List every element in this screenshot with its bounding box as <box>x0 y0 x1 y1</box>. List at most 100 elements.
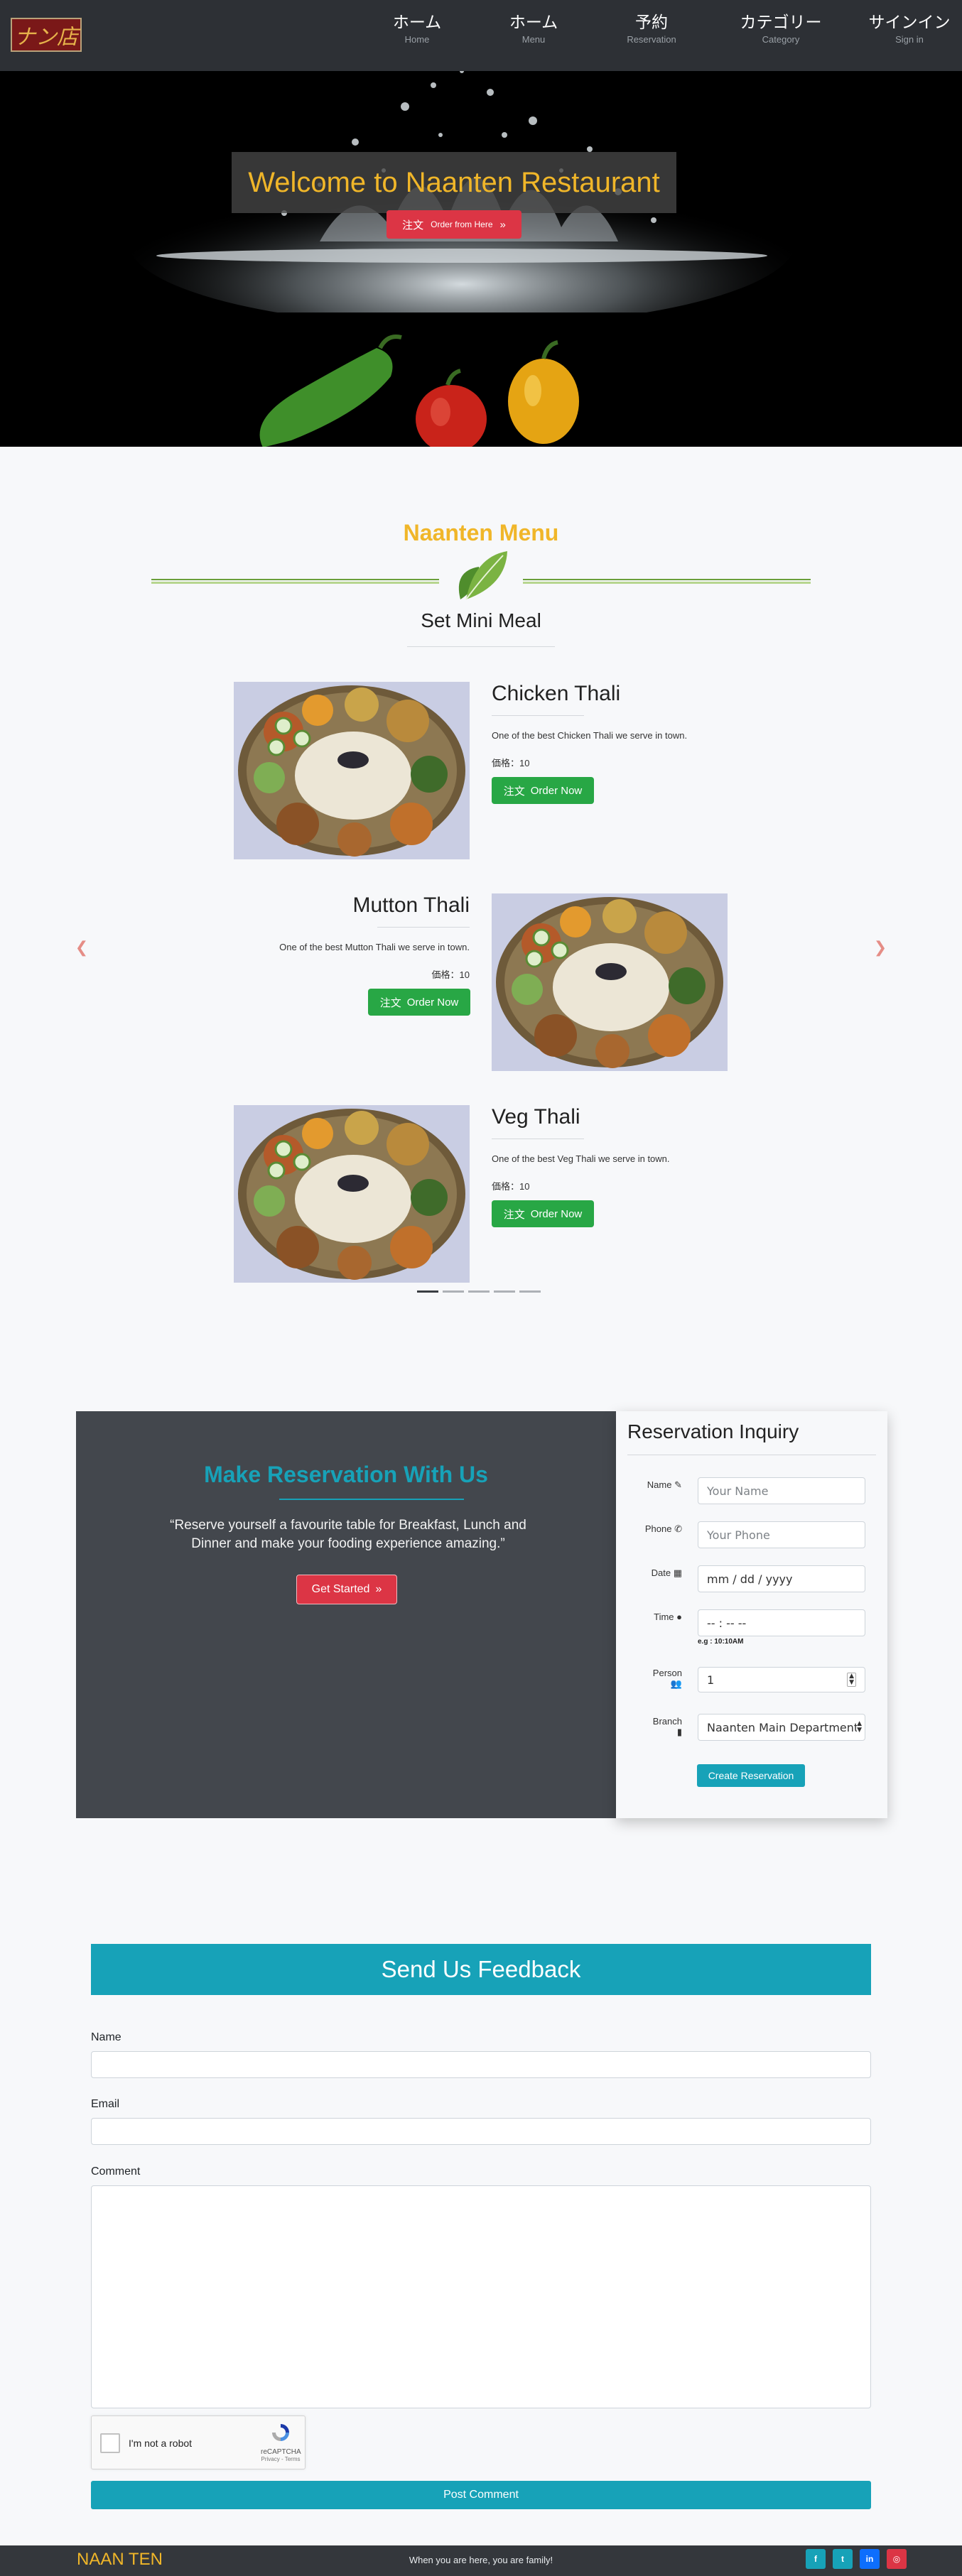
feedback-comment-textarea[interactable] <box>91 2185 871 2408</box>
phone-icon: ✆ <box>674 1523 682 1534</box>
order-now-button[interactable]: 注文 Order Now <box>368 989 470 1016</box>
item-name-underline <box>492 1138 584 1139</box>
recaptcha-label: I'm not a robot <box>129 2438 193 2449</box>
carousel-indicator[interactable] <box>443 1290 464 1293</box>
carousel-indicator[interactable] <box>494 1290 515 1293</box>
order-now-button[interactable]: 注文 Order Now <box>492 1200 594 1227</box>
nav-item-menu[interactable]: ホーム Menu <box>484 11 583 47</box>
chevron-left-icon[interactable]: ❮ <box>74 940 90 955</box>
hero-order-button[interactable]: 注文 Order from Here » <box>387 210 521 239</box>
recaptcha-terms[interactable]: Privacy - Terms <box>261 2456 301 2462</box>
feedback-title: Send Us Feedback <box>91 1944 871 1995</box>
order-now-button[interactable]: 注文 Order Now <box>492 777 594 804</box>
nav-item-label: ホーム <box>509 13 558 31</box>
recaptcha-brand: reCAPTCHA <box>261 2448 301 2456</box>
hero-banner <box>0 71 962 447</box>
feedback-name-label: Name <box>91 2031 121 2043</box>
hero-title: Welcome to Naanten Restaurant <box>232 152 676 213</box>
recaptcha-checkbox[interactable] <box>100 2433 120 2453</box>
time-label: Time ● <box>618 1612 682 1622</box>
clock-icon: ● <box>676 1612 682 1622</box>
nav-item-home[interactable]: ホーム Home <box>367 11 467 47</box>
menu-subtitle-underline <box>407 646 555 647</box>
menu-title: Naanten Menu <box>403 520 559 545</box>
order-now-label: Order Now <box>406 996 459 1009</box>
phone-input[interactable]: Your Phone <box>698 1521 865 1548</box>
get-started-button[interactable]: Get Started » <box>296 1575 397 1604</box>
carousel-indicator[interactable] <box>417 1290 438 1293</box>
person-stepper[interactable]: 1 ▲ ▼ <box>698 1667 865 1692</box>
mutton-thali-image <box>492 893 728 1071</box>
create-reservation-button[interactable]: Create Reservation <box>697 1764 805 1787</box>
branch-label: Branch ▮ <box>618 1716 682 1738</box>
item-name-veg-thali: Veg Thali <box>492 1105 580 1129</box>
double-chevron-right-icon: » <box>375 1583 382 1595</box>
nav-item-sublabel: Reservation <box>627 34 676 45</box>
recaptcha-logo: reCAPTCHA Privacy - Terms <box>261 2422 301 2462</box>
chevron-right-icon[interactable]: ❯ <box>872 940 888 955</box>
order-now-ja: 注文 <box>503 785 525 798</box>
person-label: Person 👥 <box>618 1668 682 1690</box>
reservation-form-title: Reservation Inquiry <box>627 1420 799 1442</box>
page: { "brand": { "logo_text": "ナン店" }, "nav"… <box>0 0 962 2576</box>
branch-label-text: Branch <box>652 1716 682 1727</box>
select-arrows-icon: ▲ ▼ <box>857 1720 862 1734</box>
person-value: 1 <box>707 1673 715 1687</box>
nav-item-sublabel: Home <box>404 34 430 45</box>
branch-select[interactable]: Naanten Main Department ▲ ▼ <box>698 1714 865 1741</box>
phone-label: Phone ✆ <box>618 1523 682 1535</box>
building-icon: ▮ <box>676 1727 682 1737</box>
nav-item-reservation[interactable]: 予約 Reservation <box>602 11 701 47</box>
price-label: 価格： <box>431 969 460 980</box>
linkedin-icon[interactable]: in <box>860 2549 880 2569</box>
carousel-indicator[interactable] <box>468 1290 490 1293</box>
order-now-label: Order Now <box>530 1207 583 1220</box>
chicken-thali-image <box>234 682 470 859</box>
item-name-underline <box>377 927 470 928</box>
nav-item-label: カテゴリー <box>740 13 822 31</box>
carousel-indicator[interactable] <box>519 1290 541 1293</box>
feedback-name-input[interactable] <box>91 2051 871 2078</box>
nav-item-label: ホーム <box>392 13 442 31</box>
facebook-icon[interactable]: f <box>806 2549 826 2569</box>
branch-value: Naanten Main Department <box>707 1720 858 1734</box>
time-input[interactable]: -- : -- -- <box>698 1609 865 1636</box>
divider-line-left <box>151 579 439 584</box>
recaptcha-widget: I'm not a robot reCAPTCHA Privacy - Term… <box>91 2415 306 2469</box>
twitter-icon[interactable]: t <box>833 2549 853 2569</box>
price-value: 10 <box>459 969 470 980</box>
reservation-title-underline <box>279 1499 464 1500</box>
stepper-arrows-icon[interactable]: ▲ ▼ <box>847 1673 856 1687</box>
leaf-icon <box>458 551 507 600</box>
item-name-mutton-thali: Mutton Thali <box>352 893 470 917</box>
item-name-chicken-thali: Chicken Thali <box>492 682 621 705</box>
post-comment-button[interactable]: Post Comment <box>91 2481 871 2509</box>
order-now-ja: 注文 <box>379 996 401 1009</box>
nav-item-category[interactable]: カテゴリー Category <box>731 11 831 47</box>
nav-item-sublabel: Menu <box>521 34 546 45</box>
person-label-text: Person <box>652 1668 682 1678</box>
nav-item-sublabel: Category <box>762 34 800 45</box>
get-started-label: Get Started <box>311 1583 370 1595</box>
feedback-comment-label: Comment <box>91 2165 141 2178</box>
item-desc: One of the best Veg Thali we serve in to… <box>492 1153 670 1164</box>
pencil-icon: ✎ <box>674 1479 682 1490</box>
name-label: Name ✎ <box>618 1479 682 1491</box>
price-label: 価格： <box>492 1181 520 1192</box>
price-label: 価格： <box>492 758 520 768</box>
recaptcha-icon <box>272 2424 289 2441</box>
price-value: 10 <box>519 1181 530 1192</box>
feedback-email-input[interactable] <box>91 2118 871 2145</box>
nav-item-label: 予約 <box>635 13 668 31</box>
name-input[interactable]: Your Name <box>698 1477 865 1504</box>
double-chevron-right-icon: » <box>499 218 506 231</box>
menu-subtitle: Set Mini Meal <box>421 609 541 631</box>
brand-logo[interactable]: ナン店 <box>11 18 82 52</box>
reservation-quote: “Reserve yourself a favourite table for … <box>170 1518 526 1551</box>
date-input[interactable]: mm / dd / yyyy <box>698 1565 865 1592</box>
nav-item-signin[interactable]: サインイン Sign in <box>860 11 959 47</box>
price-value: 10 <box>519 758 530 768</box>
instagram-icon[interactable]: ◎ <box>887 2549 907 2569</box>
item-price: 価格：10 <box>328 967 470 981</box>
calendar-icon: ▦ <box>673 1567 682 1578</box>
